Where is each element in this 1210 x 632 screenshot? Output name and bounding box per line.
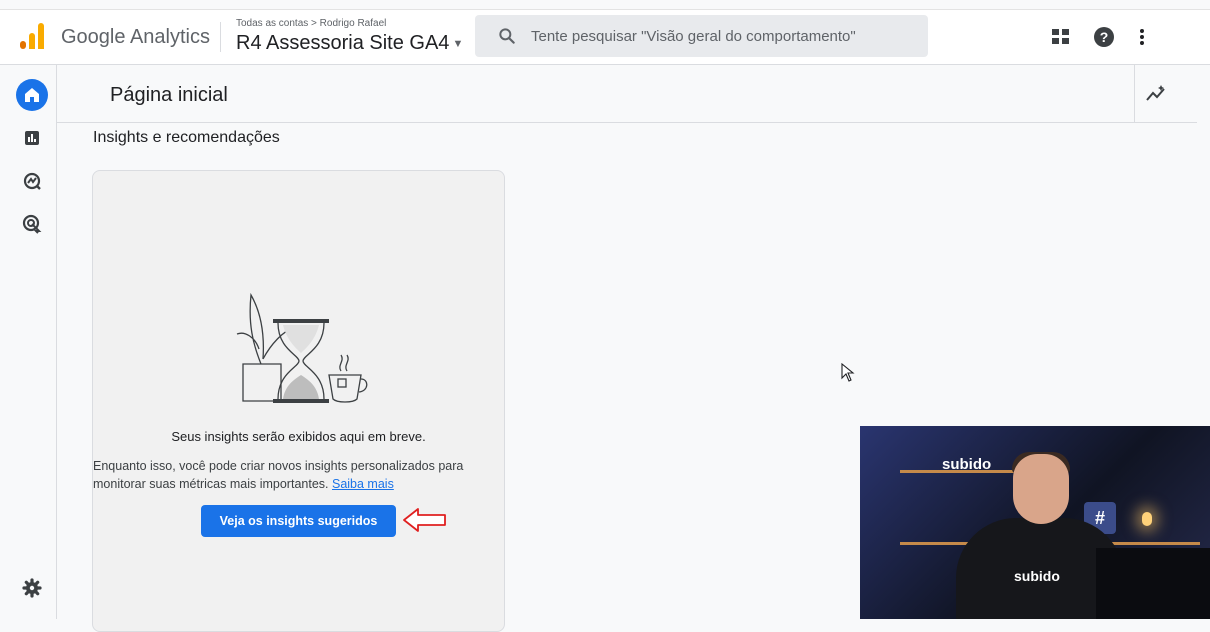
mouse-cursor-icon (841, 363, 855, 382)
settings-gear-icon[interactable] (16, 572, 48, 604)
account-breadcrumb[interactable]: Todas as contas > Rodrigo Rafael (236, 18, 386, 29)
hourglass-plant-coffee-illustration (236, 292, 368, 403)
title-divider (1134, 65, 1135, 122)
advertising-icon[interactable] (16, 208, 48, 240)
product-name: Google Analytics (61, 26, 210, 48)
suggested-insights-button[interactable]: Veja os insights sugeridos (201, 505, 396, 537)
video-shelf-sign: subido (942, 456, 992, 473)
explore-icon[interactable] (16, 165, 48, 197)
property-name: R4 Assessoria Site GA4 (236, 32, 450, 54)
dropdown-caret-icon: ▼ (452, 37, 464, 50)
page-title: Página inicial (110, 84, 228, 106)
svg-text:?: ? (1100, 29, 1109, 45)
more-vert-icon[interactable] (1130, 25, 1154, 49)
google-analytics-logo[interactable] (18, 23, 46, 49)
card-body-copy: Enquanto isso, você pode criar novos ins… (93, 459, 464, 491)
insights-card: Seus insights serão exibidos aqui em bre… (92, 170, 505, 632)
insights-trend-icon[interactable] (1144, 83, 1168, 105)
left-nav (0, 65, 57, 619)
search-placeholder: Tente pesquisar "Visão geral do comporta… (531, 28, 856, 45)
browser-strip (0, 0, 1210, 10)
help-icon[interactable]: ? (1092, 25, 1116, 49)
page-header: Página inicial (57, 65, 1197, 123)
learn-more-link[interactable]: Saiba mais (332, 477, 394, 491)
presenter-shirt-logo: subido (1014, 568, 1060, 584)
card-body-text: Enquanto isso, você pode criar novos ins… (93, 457, 493, 493)
home-icon[interactable] (16, 79, 48, 111)
red-annotation-arrow-icon (403, 508, 446, 532)
property-selector[interactable]: R4 Assessoria Site GA4 ▼ (236, 32, 463, 55)
search-bar[interactable]: Tente pesquisar "Visão geral do comporta… (475, 15, 928, 57)
laptop-decor (1096, 548, 1210, 619)
header-divider (220, 22, 221, 52)
reports-icon[interactable] (16, 122, 48, 154)
section-title: Insights e recomendações (93, 129, 280, 146)
top-header: Google Analytics Todas as contas > Rodri… (0, 10, 1210, 65)
presenter-head (1013, 454, 1069, 524)
lamp-decor (1142, 512, 1152, 526)
search-icon (499, 28, 515, 44)
webcam-video-overlay: subido # subido (860, 426, 1210, 619)
apps-grid-icon[interactable] (1049, 25, 1073, 49)
card-heading: Seus insights serão exibidos aqui em bre… (171, 429, 426, 444)
